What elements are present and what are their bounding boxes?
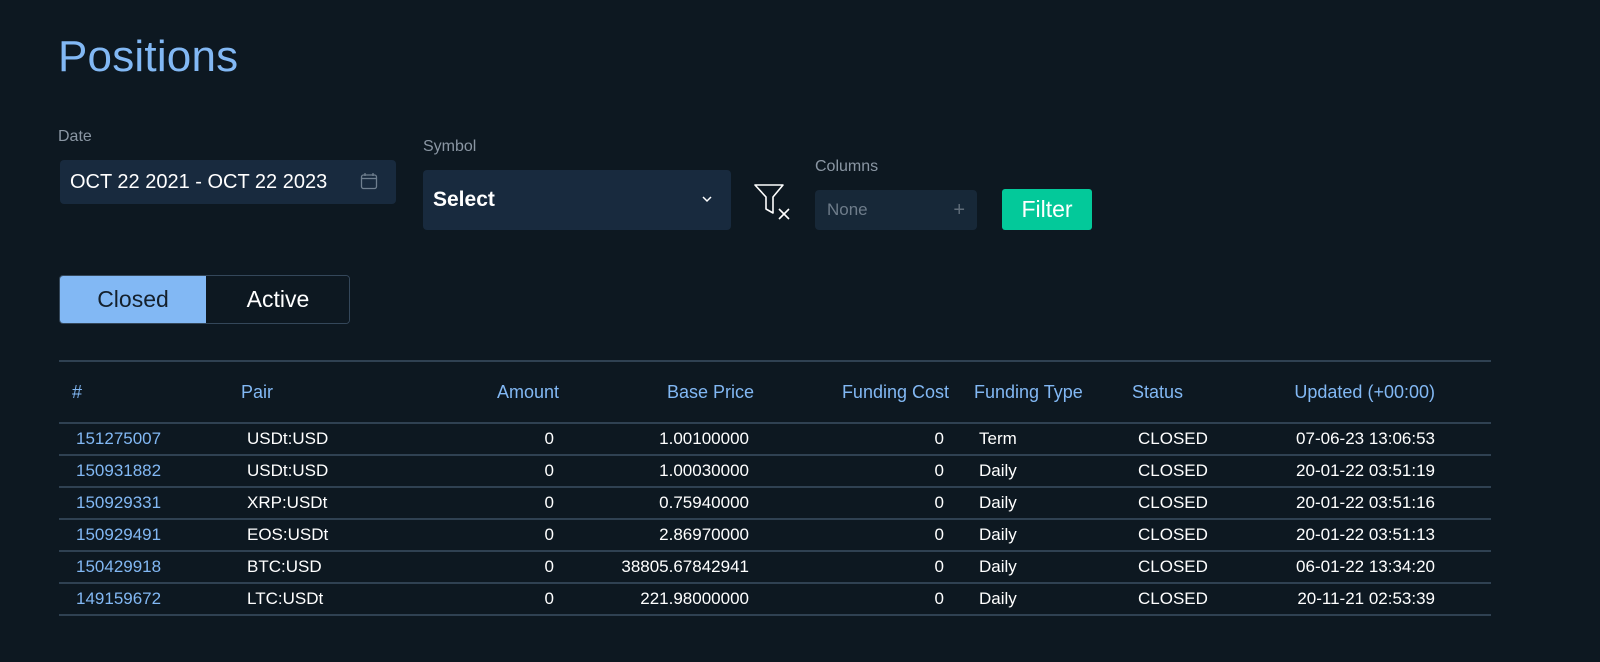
amount-cell: 0 xyxy=(544,525,554,544)
status-cell: CLOSED xyxy=(1138,493,1208,512)
positions-table: # Pair Amount Base Price Funding Cost Fu… xyxy=(59,360,1491,616)
tab-active[interactable]: Active xyxy=(206,276,349,323)
table-header: # Pair Amount Base Price Funding Cost Fu… xyxy=(59,362,1491,424)
status-cell: CLOSED xyxy=(1138,525,1208,544)
column-header-amount[interactable]: Amount xyxy=(497,382,559,403)
status-cell: CLOSED xyxy=(1138,461,1208,480)
date-range-input[interactable]: OCT 22 2021 - OCT 22 2023 xyxy=(60,160,396,204)
pair-cell: LTC:USDt xyxy=(247,589,324,608)
funding-type-cell: Daily xyxy=(979,493,1017,512)
date-range-value: OCT 22 2021 - OCT 22 2023 xyxy=(70,170,328,193)
columns-select[interactable]: None + xyxy=(815,190,977,230)
chevron-down-icon xyxy=(702,196,712,203)
amount-cell: 0 xyxy=(544,493,554,512)
position-id-link[interactable]: 150931882 xyxy=(76,461,161,481)
funding-type-cell: Daily xyxy=(979,557,1017,576)
pair-cell: EOS:USDt xyxy=(247,525,329,544)
amount-cell: 0 xyxy=(544,461,554,480)
column-header-base-price[interactable]: Base Price xyxy=(667,382,754,403)
funding-cost-cell: 0 xyxy=(934,493,944,512)
updated-cell: 20-01-22 03:51:19 xyxy=(1296,461,1435,480)
status-cell: CLOSED xyxy=(1138,557,1208,576)
columns-select-value: None xyxy=(827,200,868,219)
position-id-link[interactable]: 151275007 xyxy=(76,429,161,449)
filter-button[interactable]: Filter xyxy=(1002,189,1092,230)
position-id-link[interactable]: 149159672 xyxy=(76,589,161,609)
updated-cell: 07-06-23 13:06:53 xyxy=(1296,429,1435,448)
status-tabs: Closed Active xyxy=(59,275,350,324)
funding-type-cell: Daily xyxy=(979,461,1017,480)
updated-cell: 20-01-22 03:51:13 xyxy=(1296,525,1435,544)
table-row: 149159672 LTC:USDt 0 221.98000000 0 Dail… xyxy=(59,584,1491,616)
table-row: 150429918 BTC:USD 0 38805.67842941 0 Dai… xyxy=(59,552,1491,584)
funding-cost-cell: 0 xyxy=(934,429,944,448)
table-row: 151275007 USDt:USD 0 1.00100000 0 Term C… xyxy=(59,424,1491,456)
amount-cell: 0 xyxy=(544,557,554,576)
column-header-updated[interactable]: Updated (+00:00) xyxy=(1294,382,1435,403)
amount-cell: 0 xyxy=(544,589,554,608)
tab-closed[interactable]: Closed xyxy=(60,276,206,323)
symbol-label: Symbol xyxy=(423,138,477,155)
funding-type-cell: Daily xyxy=(979,525,1017,544)
page-title: Positions xyxy=(58,32,239,81)
base-price-cell: 221.98000000 xyxy=(640,589,749,608)
column-header-id[interactable]: # xyxy=(72,382,82,403)
status-cell: CLOSED xyxy=(1138,429,1208,448)
pair-cell: BTC:USD xyxy=(247,557,322,576)
updated-cell: 06-01-22 13:34:20 xyxy=(1296,557,1435,576)
filter-clear-icon[interactable] xyxy=(752,182,794,222)
table-row: 150929331 XRP:USDt 0 0.75940000 0 Daily … xyxy=(59,488,1491,520)
funding-cost-cell: 0 xyxy=(934,525,944,544)
table-row: 150931882 USDt:USD 0 1.00030000 0 Daily … xyxy=(59,456,1491,488)
symbol-select-value: Select xyxy=(433,188,495,211)
column-header-pair[interactable]: Pair xyxy=(241,382,273,403)
columns-label: Columns xyxy=(815,158,879,175)
updated-cell: 20-11-21 02:53:39 xyxy=(1297,589,1435,608)
funding-type-cell: Daily xyxy=(979,589,1017,608)
base-price-cell: 1.00030000 xyxy=(659,461,749,480)
base-price-cell: 1.00100000 xyxy=(659,429,749,448)
status-cell: CLOSED xyxy=(1138,589,1208,608)
table-row: 150929491 EOS:USDt 0 2.86970000 0 Daily … xyxy=(59,520,1491,552)
amount-cell: 0 xyxy=(544,429,554,448)
funding-cost-cell: 0 xyxy=(934,557,944,576)
positions-page: Positions Date OCT 22 2021 - OCT 22 2023… xyxy=(0,0,1600,662)
column-header-funding-type[interactable]: Funding Type xyxy=(974,382,1083,403)
table-body: 151275007 USDt:USD 0 1.00100000 0 Term C… xyxy=(59,424,1491,616)
base-price-cell: 0.75940000 xyxy=(659,493,749,512)
pair-cell: USDt:USD xyxy=(247,461,329,480)
position-id-link[interactable]: 150929491 xyxy=(76,525,161,545)
updated-cell: 20-01-22 03:51:16 xyxy=(1296,493,1435,512)
pair-cell: XRP:USDt xyxy=(247,493,328,512)
column-header-status[interactable]: Status xyxy=(1132,382,1183,403)
position-id-link[interactable]: 150929331 xyxy=(76,493,161,513)
pair-cell: USDt:USD xyxy=(247,429,329,448)
column-header-funding-cost[interactable]: Funding Cost xyxy=(842,382,949,403)
position-id-link[interactable]: 150429918 xyxy=(76,557,161,577)
funding-cost-cell: 0 xyxy=(934,589,944,608)
plus-icon[interactable]: + xyxy=(953,200,965,220)
funding-cost-cell: 0 xyxy=(934,461,944,480)
base-price-cell: 38805.67842941 xyxy=(621,557,749,576)
calendar-icon[interactable] xyxy=(360,172,378,190)
base-price-cell: 2.86970000 xyxy=(659,525,749,544)
date-label: Date xyxy=(58,128,92,145)
symbol-select[interactable]: Select xyxy=(423,170,731,230)
funding-type-cell: Term xyxy=(979,429,1017,448)
